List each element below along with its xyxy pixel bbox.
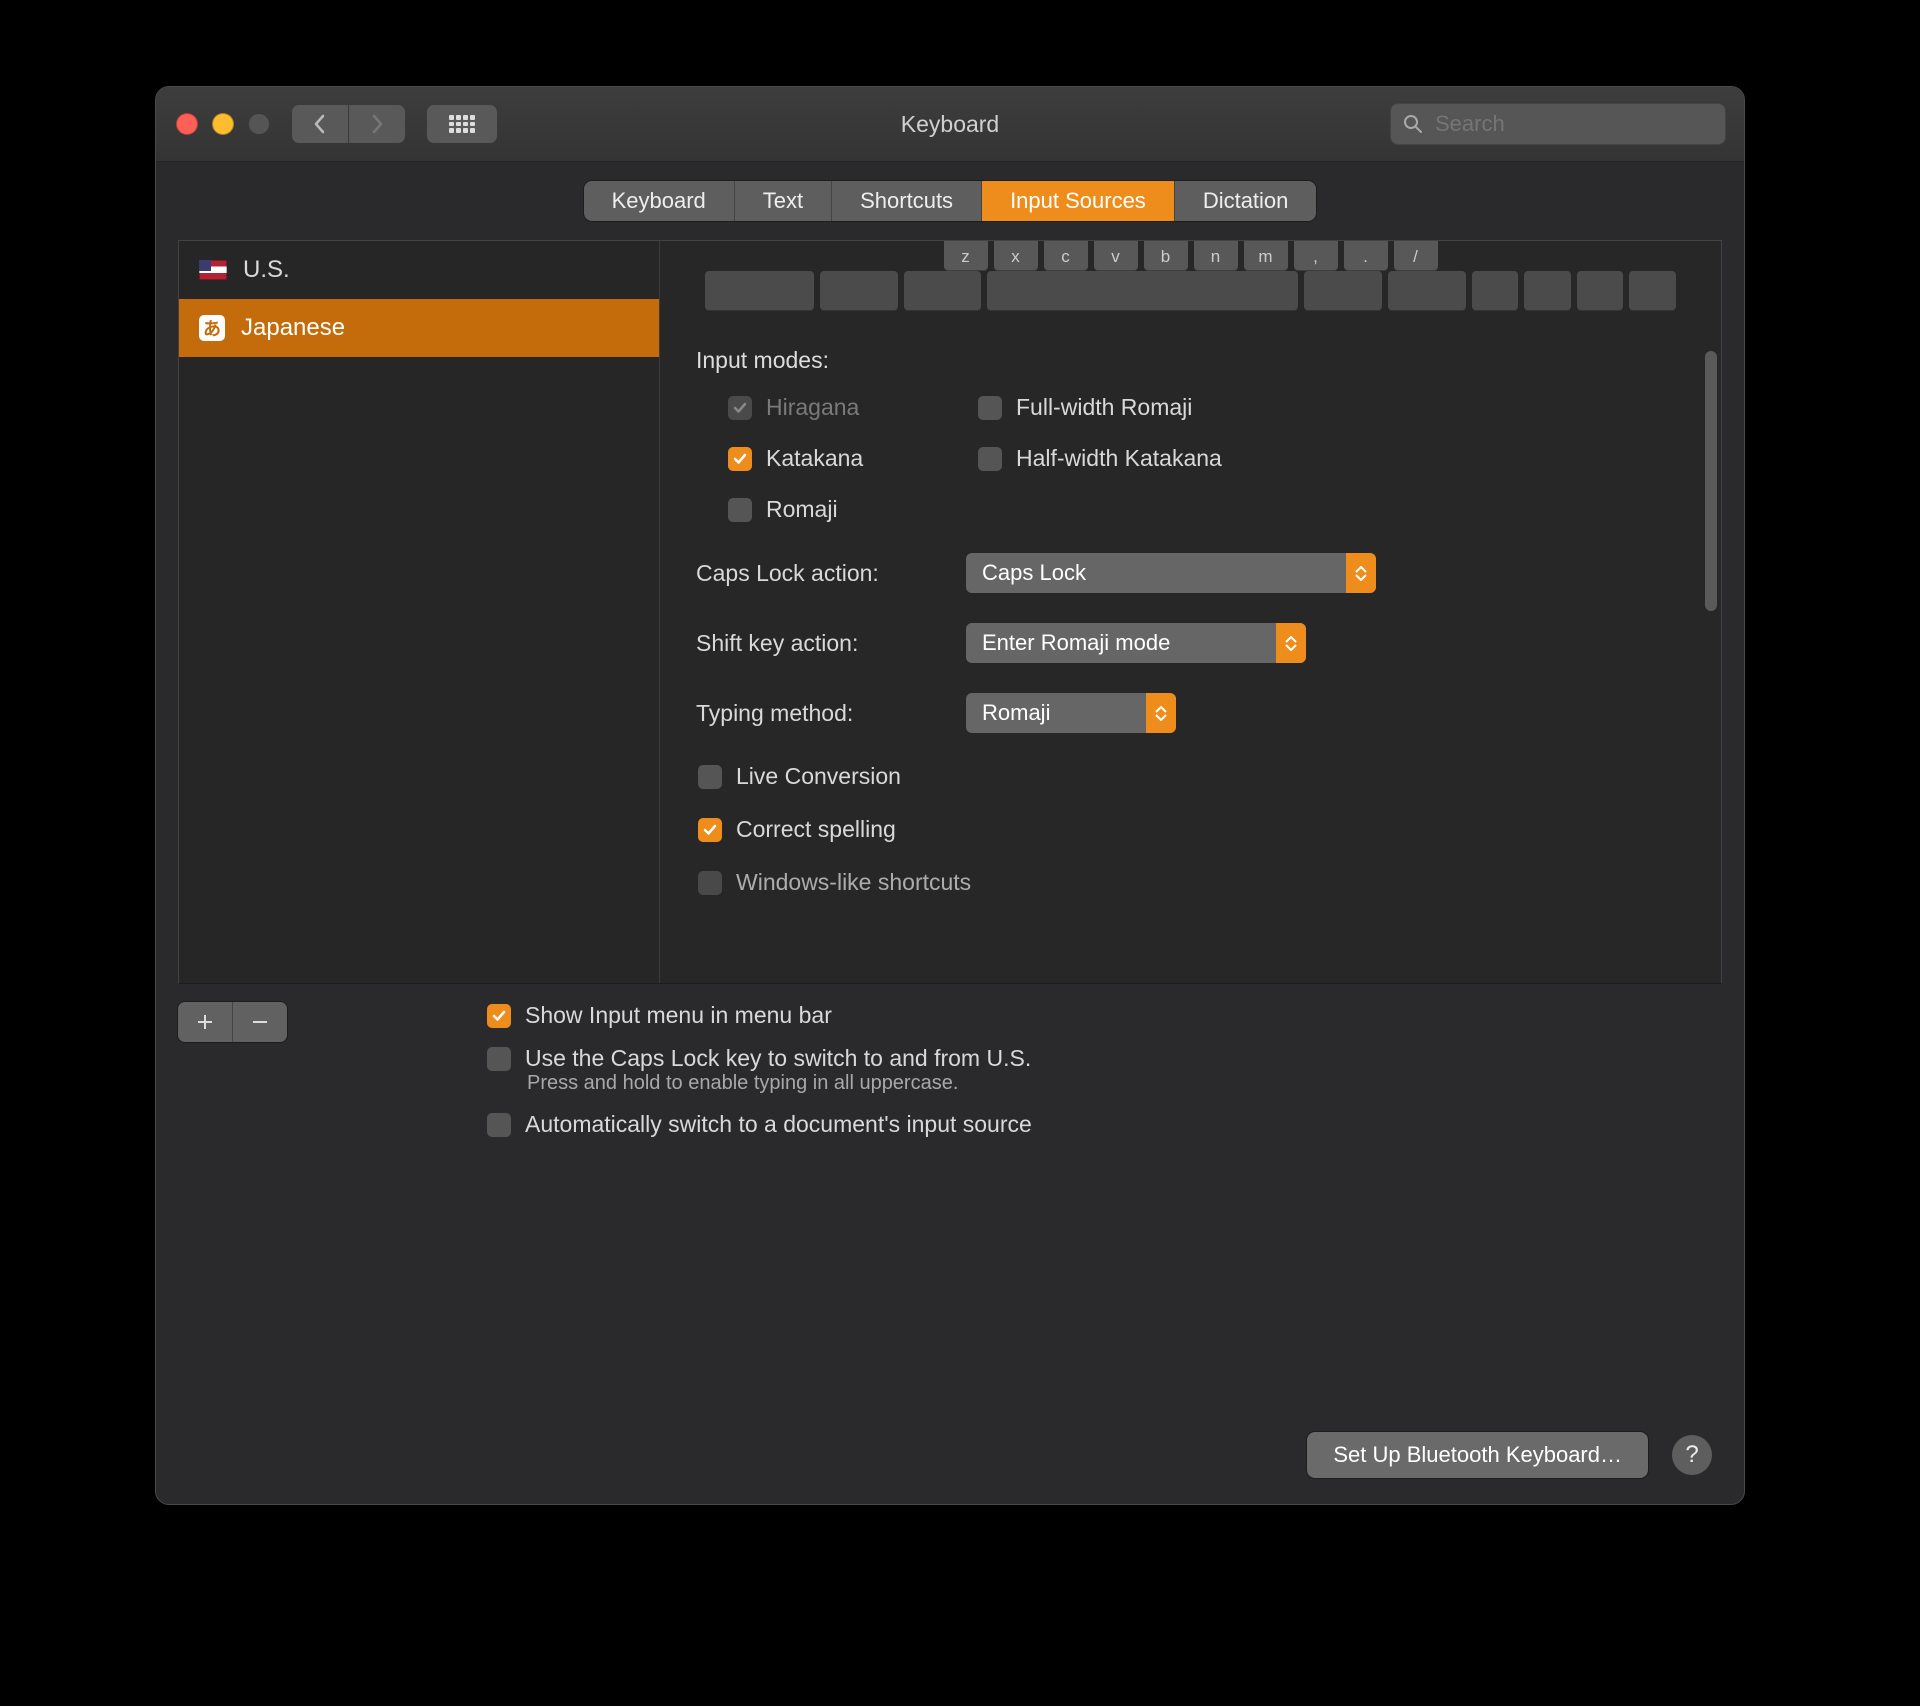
stepper-icon [1146, 693, 1176, 733]
source-item-us[interactable]: U.S. [179, 241, 659, 299]
option-correct-spelling[interactable]: Correct spelling [698, 816, 1685, 843]
key: . [1344, 241, 1388, 271]
caps-lock-select[interactable]: Caps Lock [966, 553, 1376, 593]
checkbox[interactable] [487, 1113, 511, 1137]
mode-label: Full-width Romaji [1016, 394, 1192, 421]
key: x [994, 241, 1038, 271]
show-all-button[interactable] [427, 105, 497, 143]
mode-half-katakana[interactable]: Half-width Katakana [978, 445, 1298, 472]
japanese-icon: あ [199, 315, 225, 341]
stepper-icon [1276, 623, 1306, 663]
key: b [1144, 241, 1188, 271]
tab-bar: Keyboard Text Shortcuts Input Sources Di… [156, 162, 1744, 240]
mode-romaji[interactable]: Romaji [728, 496, 978, 523]
us-flag-icon [199, 260, 227, 280]
close-window-button[interactable] [176, 113, 198, 135]
checkbox[interactable] [728, 396, 752, 420]
tab-keyboard[interactable]: Keyboard [584, 181, 734, 221]
source-label: Japanese [241, 314, 345, 342]
checkbox[interactable] [978, 396, 1002, 420]
shift-key-select[interactable]: Enter Romaji mode [966, 623, 1306, 663]
checkbox[interactable] [698, 871, 722, 895]
caps-lock-label: Caps Lock action: [696, 560, 966, 587]
checkbox[interactable] [487, 1004, 511, 1028]
input-modes-heading: Input modes: [696, 347, 1685, 374]
checkbox[interactable] [978, 447, 1002, 471]
option-label: Correct spelling [736, 816, 896, 843]
typing-method-select[interactable]: Romaji [966, 693, 1176, 733]
mode-katakana[interactable]: Katakana [728, 445, 978, 472]
add-remove-group [178, 1002, 287, 1042]
key: n [1194, 241, 1238, 271]
titlebar: Keyboard [156, 87, 1744, 162]
select-value: Caps Lock [966, 560, 1102, 586]
option-live-conversion[interactable]: Live Conversion [698, 763, 1685, 790]
back-button[interactable] [292, 105, 348, 143]
content-area: U.S. あ Japanese z x c v b n m [156, 240, 1744, 1504]
tab-input-sources[interactable]: Input Sources [981, 181, 1174, 221]
option-label: Live Conversion [736, 763, 901, 790]
mode-hiragana[interactable]: Hiragana [728, 394, 978, 421]
option-show-input-menu[interactable]: Show Input menu in menu bar [487, 1002, 1032, 1029]
checkbox[interactable] [728, 498, 752, 522]
option-label: Show Input menu in menu bar [525, 1002, 832, 1029]
key: z [944, 241, 988, 271]
key: , [1294, 241, 1338, 271]
typing-method-label: Typing method: [696, 700, 966, 727]
option-label: Use the Caps Lock key to switch to and f… [525, 1045, 1031, 1072]
add-source-button[interactable] [178, 1002, 232, 1042]
setup-bluetooth-button[interactable]: Set Up Bluetooth Keyboard… [1307, 1432, 1648, 1478]
footer: Set Up Bluetooth Keyboard… ? [178, 1408, 1722, 1482]
search-field[interactable] [1390, 103, 1726, 145]
source-label: U.S. [243, 256, 290, 284]
option-label: Automatically switch to a document's inp… [525, 1111, 1032, 1138]
option-label: Windows-like shortcuts [736, 869, 971, 896]
key: / [1394, 241, 1438, 271]
search-icon [1403, 114, 1423, 134]
select-value: Enter Romaji mode [966, 630, 1186, 656]
mode-label: Romaji [766, 496, 838, 523]
input-source-list[interactable]: U.S. あ Japanese [179, 241, 660, 983]
zoom-window-button[interactable] [248, 113, 270, 135]
keyboard-preview-row: z x c v b n m , . / [710, 241, 1671, 271]
below-list-row: Show Input menu in menu bar Use the Caps… [178, 984, 1722, 1138]
minimize-window-button[interactable] [212, 113, 234, 135]
nav-back-forward [292, 105, 405, 143]
caps-switch-hint: Press and hold to enable typing in all u… [527, 1072, 1032, 1095]
key: m [1244, 241, 1288, 271]
forward-button[interactable] [348, 105, 405, 143]
shift-key-label: Shift key action: [696, 630, 966, 657]
source-item-japanese[interactable]: あ Japanese [179, 299, 659, 357]
search-input[interactable] [1433, 110, 1713, 138]
stepper-icon [1346, 553, 1376, 593]
option-windows-shortcuts[interactable]: Windows-like shortcuts [698, 869, 1685, 896]
split-pane: U.S. あ Japanese z x c v b n m [178, 240, 1722, 984]
mode-label: Hiragana [766, 394, 859, 421]
checkbox[interactable] [698, 765, 722, 789]
preferences-window: Keyboard Keyboard Text Shortcuts Input S… [155, 86, 1745, 1505]
tab-text[interactable]: Text [734, 181, 831, 221]
mode-label: Katakana [766, 445, 863, 472]
checkbox[interactable] [698, 818, 722, 842]
tab-dictation[interactable]: Dictation [1174, 181, 1317, 221]
global-options: Show Input menu in menu bar Use the Caps… [487, 1002, 1032, 1138]
grid-icon [449, 115, 475, 133]
mode-label: Half-width Katakana [1016, 445, 1222, 472]
source-detail-pane: z x c v b n m , . / [660, 241, 1721, 983]
key: v [1094, 241, 1138, 271]
scrollbar-thumb[interactable] [1705, 351, 1717, 611]
option-caps-switch[interactable]: Use the Caps Lock key to switch to and f… [487, 1045, 1032, 1072]
select-value: Romaji [966, 700, 1066, 726]
window-controls [156, 113, 270, 135]
key: c [1044, 241, 1088, 271]
mode-full-romaji[interactable]: Full-width Romaji [978, 394, 1298, 421]
checkbox[interactable] [487, 1047, 511, 1071]
checkbox[interactable] [728, 447, 752, 471]
keyboard-preview-bottom [705, 271, 1676, 311]
help-button[interactable]: ? [1672, 1435, 1712, 1475]
tab-shortcuts[interactable]: Shortcuts [831, 181, 981, 221]
remove-source-button[interactable] [232, 1002, 287, 1042]
option-auto-switch[interactable]: Automatically switch to a document's inp… [487, 1111, 1032, 1138]
